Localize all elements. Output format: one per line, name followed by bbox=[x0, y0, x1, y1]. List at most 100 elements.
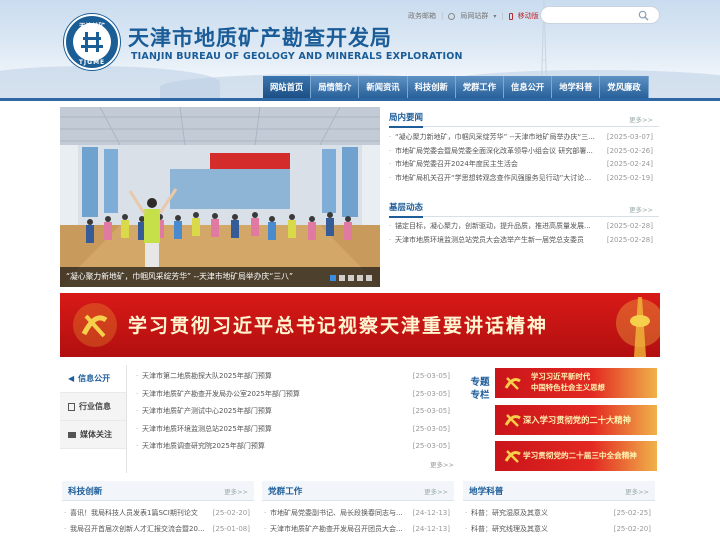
special-banner-20th[interactable]: 深入学习贯彻党的二十大精神 bbox=[495, 405, 657, 435]
top-link-mobile[interactable]: 移动版 bbox=[518, 11, 539, 21]
list-item[interactable]: 市地矿局党委副书记、局长段换春同志与...[24-12-13] bbox=[262, 505, 454, 521]
list-item-title[interactable]: 天津市地质矿产勘查开发局召开团员大会... bbox=[270, 521, 410, 537]
more-link[interactable]: 更多>> bbox=[625, 486, 649, 496]
search-input[interactable] bbox=[540, 6, 660, 24]
nav-about[interactable]: 局情简介 bbox=[311, 76, 360, 98]
list-item-title[interactable]: 市地矿局党委召开2024年度民主生活会 bbox=[395, 158, 595, 172]
list-item[interactable]: 锚定目标，凝心聚力，创新驱动，提升品质，推进高质量发展... [2025-02-2… bbox=[389, 220, 659, 234]
list-item[interactable]: 天津市地质环境监测总站党员大会选举产生新一届党总支委员 [2025-02-28] bbox=[389, 234, 659, 248]
list-item[interactable]: 市地矿局机关召开“学思想转观念查作风强服务见行动”大讨论活... [2025-02… bbox=[389, 172, 659, 186]
special-banner-thought[interactable]: 学习习近平新时代 中国特色社会主义思想 bbox=[495, 368, 657, 398]
list-item[interactable]: 市地矿局党委会暨局党委全面深化改革领导小组会议 研究部署... [2025-02-… bbox=[389, 145, 659, 159]
study-banner[interactable]: 学习贯彻习近平总书记视察天津重要讲话精神 bbox=[60, 293, 660, 357]
bureau-news-box: 局内要闻 更多>> “凝心聚力新地矿，巾帼风采绽芳华” --天津市地矿局举办庆“… bbox=[389, 109, 659, 186]
list-item-title[interactable]: 锚定目标，凝心聚力，创新驱动，提升品质，推进高质量发展... bbox=[395, 220, 595, 234]
tower-icon bbox=[616, 297, 660, 357]
list-item[interactable]: 科普：研究线理及其意义[25-02-20] bbox=[463, 521, 655, 537]
nav-tech[interactable]: 科技创新 bbox=[407, 76, 456, 98]
list-item-title[interactable]: 市地矿局机关召开“学思想转观念查作风强服务见行动”大讨论活... bbox=[395, 172, 595, 186]
site-header: 天津地矿 TJGME 天津市地质矿产勘查开发局 TIANJIN BUREAU O… bbox=[0, 0, 720, 100]
list-item-title[interactable]: 科普：研究线理及其意义 bbox=[471, 521, 611, 537]
divider: | bbox=[441, 12, 444, 20]
slider-dot[interactable] bbox=[330, 275, 336, 281]
list-item[interactable]: 科普：研究湿原及其意义[25-02-25] bbox=[463, 505, 655, 521]
list-item-title[interactable]: 我局召开首届次创新人才汇报交流会暨20... bbox=[70, 521, 210, 537]
special-banner-text: 学习习近平新时代 中国特色社会主义思想 bbox=[531, 371, 605, 393]
image-slider[interactable]: “凝心聚力新地矿，巾帼风采绽芳华” --天津市地矿局举办庆“三八” bbox=[60, 107, 380, 287]
info-list: 天津市第二地质勘探大队2025年部门预算 [25-03-05] 天津市地质矿产勘查… bbox=[136, 368, 456, 456]
nav-home[interactable]: 网站首页 bbox=[263, 76, 312, 98]
list-item-title[interactable]: 市地矿局党委副书记、局长段换春同志与... bbox=[270, 505, 410, 521]
nav-info[interactable]: 信息公开 bbox=[504, 76, 553, 98]
tab-media[interactable]: 媒体关注 bbox=[60, 421, 126, 449]
list-item[interactable]: 喜讯！我局科技人员发表1篇SCI期刊论文[25-02-20] bbox=[62, 505, 254, 521]
slider-dot[interactable] bbox=[339, 275, 345, 281]
party-emblem-icon bbox=[504, 450, 521, 463]
list-item-title[interactable]: 天津市地质环境监测总站2025年部门预算 bbox=[142, 421, 272, 439]
list-item[interactable]: 天津市地质调查研究院2025年部门预算 [25-03-05] bbox=[136, 438, 456, 456]
top-link-mail[interactable]: 政务邮箱 bbox=[408, 11, 436, 21]
list-item[interactable]: 我局召开首届次创新人才汇报交流会暨20...[25-01-08] bbox=[62, 521, 254, 537]
info-tabs: ◀ 信息公开 行业信息 媒体关注 bbox=[60, 365, 127, 473]
list-item[interactable]: “凝心聚力新地矿，巾帼风采绽芳华” --天津市地矿局举办庆“三... [2025-… bbox=[389, 131, 659, 145]
tab-info-disclosure[interactable]: ◀ 信息公开 bbox=[60, 365, 126, 393]
section-header: 党群工作 更多>> bbox=[262, 481, 454, 501]
slider-dot[interactable] bbox=[357, 275, 363, 281]
more-link[interactable]: 更多>> bbox=[224, 486, 248, 496]
site-title: 天津市地质矿产勘查开发局 bbox=[128, 26, 392, 50]
bureau-news-header: 局内要闻 更多>> bbox=[389, 109, 659, 128]
list-item-title[interactable]: 天津市第二地质勘探大队2025年部门预算 bbox=[142, 368, 272, 386]
nav-science[interactable]: 地学科普 bbox=[552, 76, 601, 98]
section-title[interactable]: 地学科普 bbox=[469, 485, 503, 497]
more-link[interactable]: 更多>> bbox=[424, 486, 448, 496]
list-item[interactable]: 市地矿局党委召开2024年度民主生活会 [2025-02-24] bbox=[389, 158, 659, 172]
search-icon[interactable] bbox=[638, 10, 649, 21]
list-item[interactable]: 天津市地质矿产测试中心2025年部门预算 [25-03-05] bbox=[136, 403, 456, 421]
list-item-date: [25-01-08] bbox=[212, 525, 250, 533]
list-item-title[interactable]: 天津市地质矿产勘查开发局办公室2025年部门预算 bbox=[142, 386, 300, 404]
tab-industry-info[interactable]: 行业信息 bbox=[60, 393, 126, 421]
list-item-title[interactable]: 天津市地质环境监测总站党员大会选举产生新一届党总支委员 bbox=[395, 234, 595, 248]
site-title-en: TIANJIN BUREAU OF GEOLOGY AND MINERALS E… bbox=[131, 51, 463, 62]
nav-news[interactable]: 新闻资讯 bbox=[359, 76, 408, 98]
list-item-date: [25-03-05] bbox=[412, 389, 450, 398]
section-title[interactable]: 基层动态 bbox=[389, 201, 424, 218]
chevron-down-icon[interactable]: ▾ bbox=[493, 13, 496, 20]
list-item[interactable]: 天津市地质矿产勘查开发局召开团员大会...[24-12-13] bbox=[262, 521, 454, 537]
nav-underline bbox=[0, 98, 720, 101]
list-item-title[interactable]: 科普：研究湿原及其意义 bbox=[471, 505, 611, 521]
list-item-title[interactable]: “凝心聚力新地矿，巾帼风采绽芳华” --天津市地矿局举办庆“三... bbox=[395, 131, 595, 145]
list-item[interactable]: 天津市第二地质勘探大队2025年部门预算 [25-03-05] bbox=[136, 368, 456, 386]
list-item-date: [25-02-20] bbox=[613, 525, 651, 533]
more-link[interactable]: 更多>> bbox=[430, 459, 454, 469]
list-item[interactable]: 天津市地质矿产勘查开发局办公室2025年部门预算 [25-03-05] bbox=[136, 386, 456, 404]
slider-photo bbox=[60, 107, 380, 287]
special-banner-text: 深入学习贯彻党的二十大精神 bbox=[523, 415, 631, 425]
slider-dot[interactable] bbox=[366, 275, 372, 281]
special-banner-3rd-plenum[interactable]: 学习贯彻党的二十届三中全会精神 bbox=[495, 441, 657, 471]
list-item[interactable]: 天津市地质环境监测总站2025年部门预算 [25-03-05] bbox=[136, 421, 456, 439]
tab-label: 信息公开 bbox=[78, 373, 111, 383]
section-title[interactable]: 局内要闻 bbox=[389, 111, 424, 128]
section-header: 科技创新 更多>> bbox=[62, 481, 254, 501]
list-item-title[interactable]: 喜讯！我局科技人员发表1篇SCI期刊论文 bbox=[70, 505, 210, 521]
slider-dot[interactable] bbox=[348, 275, 354, 281]
more-link[interactable]: 更多>> bbox=[629, 114, 653, 124]
logo-text-bottom: TJGME bbox=[78, 59, 106, 66]
nav-party[interactable]: 党群工作 bbox=[455, 76, 505, 98]
list-item-title[interactable]: 天津市地质矿产测试中心2025年部门预算 bbox=[142, 403, 272, 421]
main-nav: 网站首页 局情简介 新闻资讯 科技创新 党群工作 信息公开 地学科普 党风廉政 bbox=[263, 76, 649, 98]
nav-integrity[interactable]: 党风廉政 bbox=[600, 76, 649, 98]
banner-text: 学习贯彻习近平总书记视察天津重要讲话精神 bbox=[128, 315, 549, 337]
section-title[interactable]: 科技创新 bbox=[68, 485, 102, 497]
list-item-title[interactable]: 天津市地质调查研究院2025年部门预算 bbox=[142, 438, 265, 456]
list-item-date: [25-02-20] bbox=[212, 509, 250, 517]
section-title[interactable]: 党群工作 bbox=[268, 485, 302, 497]
list-item-title[interactable]: 市地矿局党委会暨局党委全面深化改革领导小组会议 研究部署... bbox=[395, 145, 595, 159]
divider: | bbox=[501, 12, 504, 20]
top-link-site-group[interactable]: 局网站群 bbox=[460, 11, 488, 21]
site-logo[interactable]: 天津地矿 TJGME bbox=[64, 14, 120, 70]
list-item-date: [2025-02-28] bbox=[606, 235, 653, 244]
more-link[interactable]: 更多>> bbox=[629, 204, 653, 214]
list-item-date: [25-02-25] bbox=[613, 509, 651, 517]
